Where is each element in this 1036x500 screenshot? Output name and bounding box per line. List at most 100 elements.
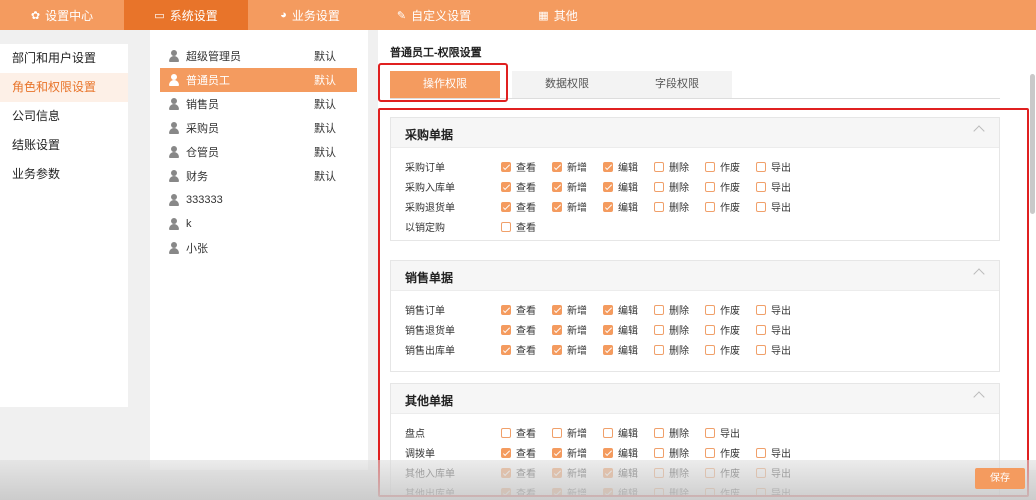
chevron-up-icon[interactable] — [973, 125, 985, 137]
permission-checkbox[interactable]: 新增 — [552, 322, 587, 337]
checkbox-checked-icon[interactable] — [552, 161, 562, 172]
permission-checkbox[interactable]: 删除 — [654, 199, 689, 214]
chevron-up-icon[interactable] — [973, 268, 985, 280]
permission-checkbox[interactable]: 编辑 — [603, 179, 638, 194]
nav-tab-custom-settings[interactable]: ✎ 自定义设置 — [372, 0, 496, 30]
checkbox-unchecked-icon[interactable] — [756, 447, 766, 458]
checkbox-unchecked-icon[interactable] — [654, 181, 664, 192]
nav-tab-system-settings[interactable]: ▭ 系统设置 — [124, 0, 248, 30]
permission-checkbox[interactable]: 作废 — [705, 342, 740, 357]
permission-checkbox[interactable]: 新增 — [552, 199, 587, 214]
role-item[interactable]: 小张 — [160, 236, 357, 260]
checkbox-unchecked-icon[interactable] — [603, 427, 613, 438]
tab-field-permissions[interactable]: 字段权限 — [622, 71, 732, 98]
permission-checkbox[interactable]: 作废 — [705, 322, 740, 337]
permission-checkbox[interactable]: 作废 — [705, 199, 740, 214]
checkbox-unchecked-icon[interactable] — [552, 427, 562, 438]
role-item[interactable]: 采购员 默认 — [160, 116, 357, 140]
permission-checkbox[interactable]: 导出 — [705, 425, 740, 440]
permission-checkbox[interactable]: 作废 — [705, 445, 740, 460]
permission-checkbox[interactable]: 新增 — [552, 425, 587, 440]
checkbox-checked-icon[interactable] — [501, 447, 511, 458]
checkbox-checked-icon[interactable] — [552, 201, 562, 212]
permission-checkbox[interactable]: 删除 — [654, 159, 689, 174]
role-item[interactable]: 仓管员 默认 — [160, 140, 357, 164]
checkbox-unchecked-icon[interactable] — [501, 427, 511, 438]
checkbox-unchecked-icon[interactable] — [705, 304, 715, 315]
checkbox-unchecked-icon[interactable] — [756, 304, 766, 315]
permission-checkbox[interactable]: 导出 — [756, 199, 791, 214]
checkbox-checked-icon[interactable] — [603, 161, 613, 172]
permission-checkbox[interactable]: 编辑 — [603, 342, 638, 357]
checkbox-unchecked-icon[interactable] — [756, 181, 766, 192]
role-item[interactable]: 超级管理员 默认 — [160, 44, 357, 68]
checkbox-unchecked-icon[interactable] — [756, 201, 766, 212]
checkbox-checked-icon[interactable] — [603, 344, 613, 355]
checkbox-checked-icon[interactable] — [501, 201, 511, 212]
permission-checkbox[interactable]: 导出 — [756, 159, 791, 174]
checkbox-unchecked-icon[interactable] — [756, 344, 766, 355]
checkbox-checked-icon[interactable] — [552, 181, 562, 192]
nav-tab-other[interactable]: ▦ 其他 — [496, 0, 620, 30]
checkbox-checked-icon[interactable] — [552, 324, 562, 335]
checkbox-unchecked-icon[interactable] — [654, 201, 664, 212]
checkbox-unchecked-icon[interactable] — [705, 201, 715, 212]
checkbox-checked-icon[interactable] — [603, 324, 613, 335]
checkbox-checked-icon[interactable] — [603, 304, 613, 315]
permission-checkbox[interactable]: 新增 — [552, 302, 587, 317]
checkbox-checked-icon[interactable] — [501, 304, 511, 315]
menu-item-business-params[interactable]: 业务参数 — [0, 160, 128, 189]
permission-checkbox[interactable]: 查看 — [501, 425, 536, 440]
checkbox-unchecked-icon[interactable] — [501, 221, 511, 232]
permission-checkbox[interactable]: 查看 — [501, 322, 536, 337]
checkbox-checked-icon[interactable] — [501, 324, 511, 335]
save-button[interactable]: 保存 — [975, 468, 1025, 489]
permission-checkbox[interactable]: 编辑 — [603, 425, 638, 440]
checkbox-unchecked-icon[interactable] — [756, 324, 766, 335]
checkbox-unchecked-icon[interactable] — [654, 324, 664, 335]
permission-checkbox[interactable]: 导出 — [756, 302, 791, 317]
chevron-up-icon[interactable] — [973, 391, 985, 403]
checkbox-unchecked-icon[interactable] — [705, 324, 715, 335]
permission-checkbox[interactable]: 新增 — [552, 159, 587, 174]
menu-item-company-info[interactable]: 公司信息 — [0, 102, 128, 131]
permission-checkbox[interactable]: 查看 — [501, 342, 536, 357]
checkbox-unchecked-icon[interactable] — [705, 344, 715, 355]
checkbox-unchecked-icon[interactable] — [654, 304, 664, 315]
role-item[interactable]: 财务 默认 — [160, 164, 357, 188]
permission-checkbox[interactable]: 编辑 — [603, 199, 638, 214]
permission-checkbox[interactable]: 作废 — [705, 179, 740, 194]
permission-checkbox[interactable]: 导出 — [756, 322, 791, 337]
permission-checkbox[interactable]: 删除 — [654, 302, 689, 317]
menu-item-closing-settings[interactable]: 结账设置 — [0, 131, 128, 160]
role-item[interactable]: k — [160, 212, 357, 236]
checkbox-unchecked-icon[interactable] — [705, 447, 715, 458]
permission-checkbox[interactable]: 编辑 — [603, 302, 638, 317]
role-item[interactable]: 普通员工 默认 — [160, 68, 357, 92]
checkbox-checked-icon[interactable] — [603, 447, 613, 458]
permission-checkbox[interactable]: 查看 — [501, 159, 536, 174]
permission-checkbox[interactable]: 导出 — [756, 179, 791, 194]
permission-checkbox[interactable]: 新增 — [552, 445, 587, 460]
permission-checkbox[interactable]: 编辑 — [603, 445, 638, 460]
tab-data-permissions[interactable]: 数据权限 — [512, 71, 622, 98]
permission-checkbox[interactable]: 导出 — [756, 445, 791, 460]
tab-operation-permissions[interactable]: 操作权限 — [390, 71, 500, 98]
checkbox-checked-icon[interactable] — [501, 181, 511, 192]
permission-checkbox[interactable]: 作废 — [705, 302, 740, 317]
permission-checkbox[interactable]: 删除 — [654, 179, 689, 194]
permission-checkbox[interactable]: 查看 — [501, 302, 536, 317]
checkbox-unchecked-icon[interactable] — [705, 181, 715, 192]
nav-tab-settings-center[interactable]: ✿ 设置中心 — [0, 0, 124, 30]
menu-item-roles-permissions[interactable]: 角色和权限设置 — [0, 73, 128, 102]
checkbox-unchecked-icon[interactable] — [654, 344, 664, 355]
permission-checkbox[interactable]: 新增 — [552, 342, 587, 357]
checkbox-unchecked-icon[interactable] — [654, 447, 664, 458]
role-item[interactable]: 333333 — [160, 188, 357, 212]
checkbox-checked-icon[interactable] — [552, 304, 562, 315]
checkbox-checked-icon[interactable] — [501, 344, 511, 355]
checkbox-checked-icon[interactable] — [552, 344, 562, 355]
checkbox-unchecked-icon[interactable] — [654, 427, 664, 438]
role-item[interactable]: 销售员 默认 — [160, 92, 357, 116]
checkbox-unchecked-icon[interactable] — [756, 161, 766, 172]
